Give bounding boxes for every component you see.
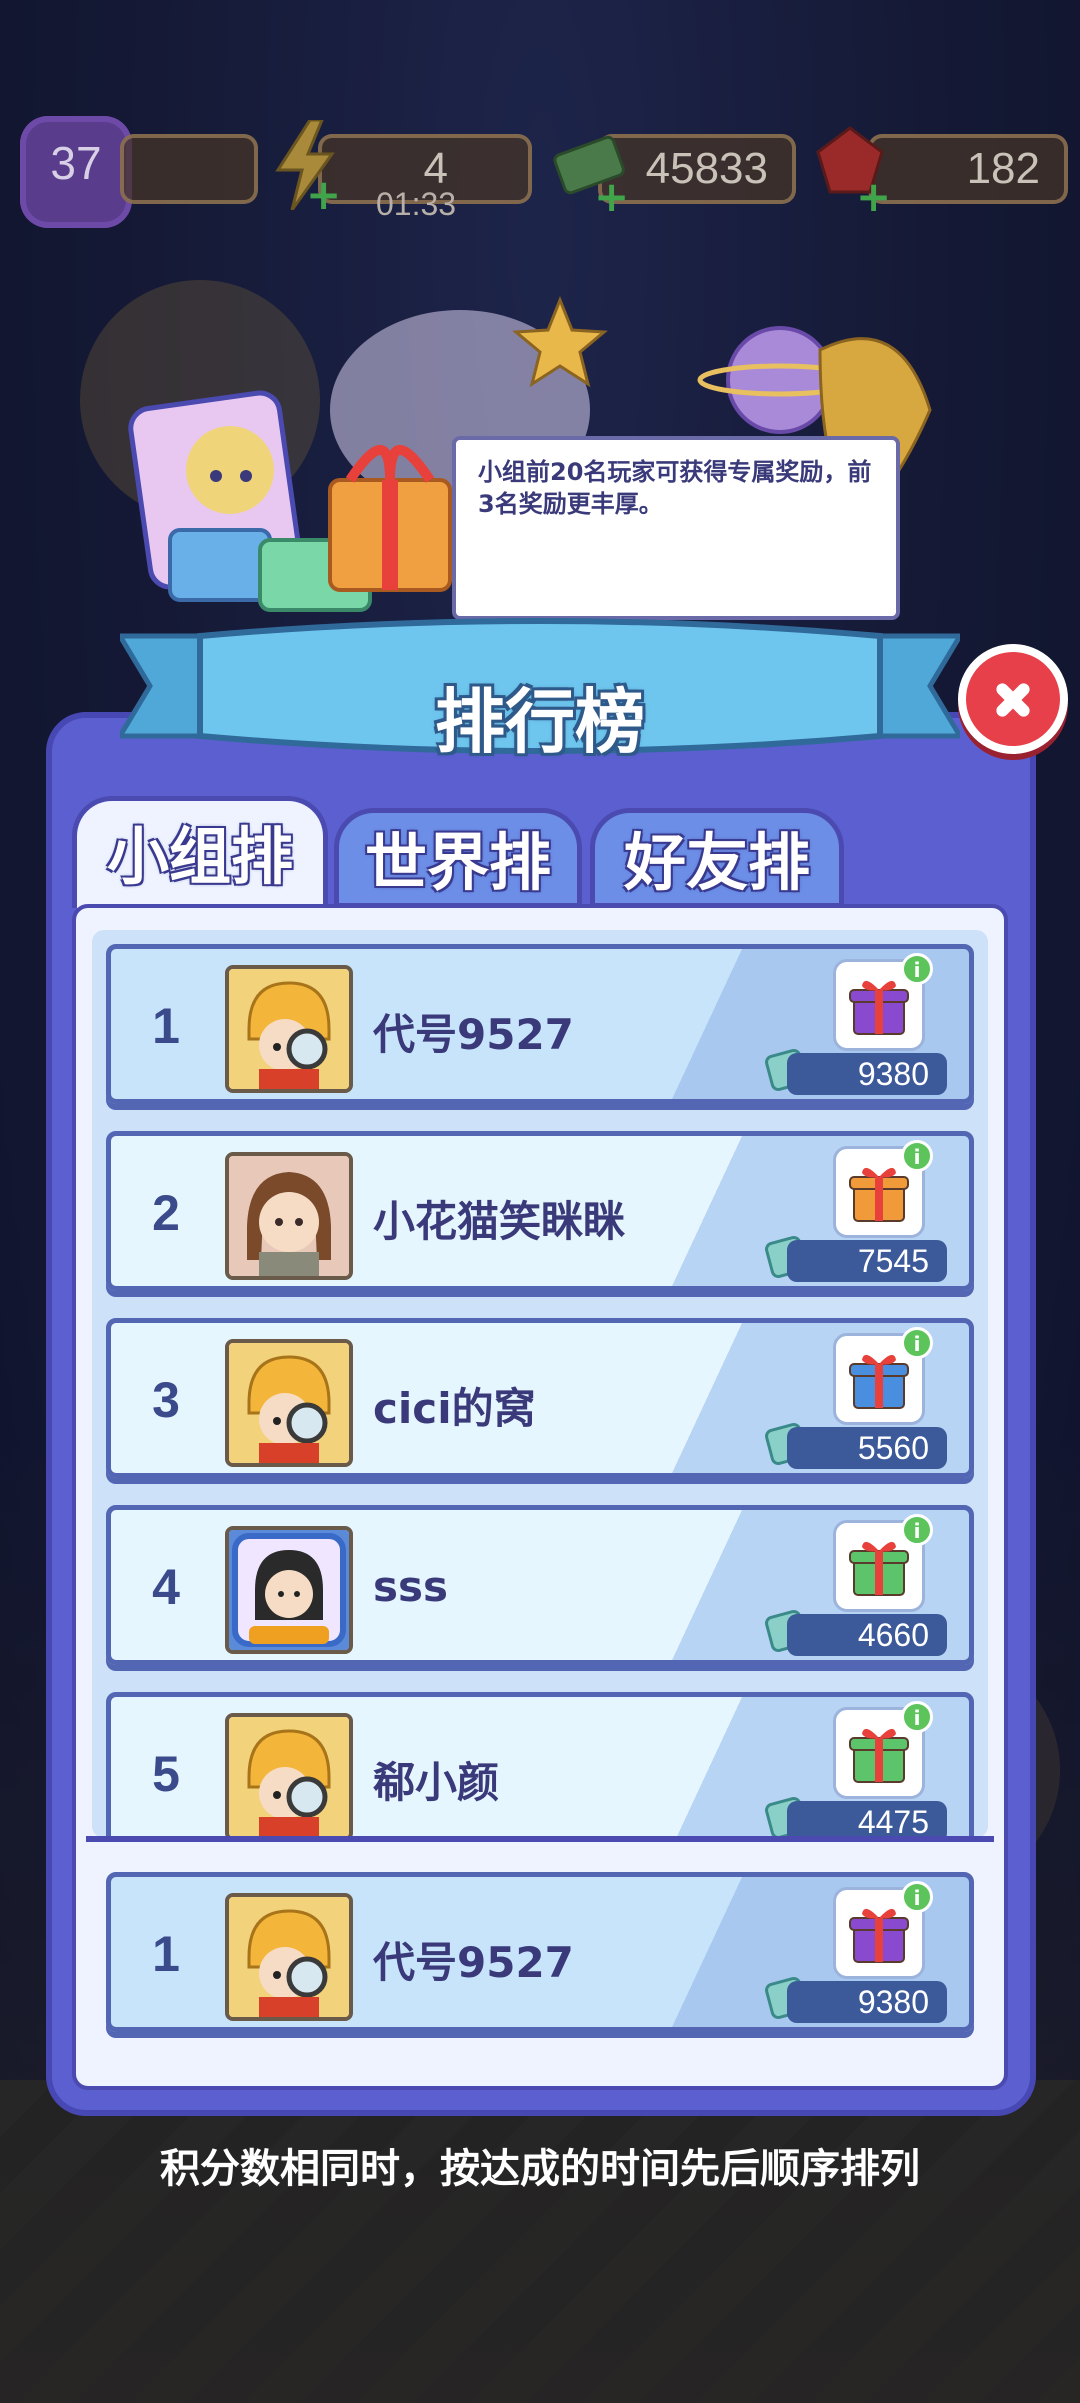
player-name: 小花猫笑眯眯 — [373, 1197, 626, 1246]
player-avatar[interactable] — [225, 965, 353, 1093]
tie-rule-note: 积分数相同时，按达成的时间先后顺序排列 — [160, 2146, 920, 2192]
gem-add-button[interactable]: + — [856, 176, 891, 218]
level-value: 37 — [50, 137, 102, 189]
player-score: 9380 — [787, 1053, 947, 1095]
rank-number: 5 — [152, 1746, 180, 1802]
tab-world-ranking[interactable]: 世界排名 — [334, 808, 582, 999]
player-name: 代号9527 — [373, 1938, 574, 1987]
player-name: 代号9527 — [373, 1010, 574, 1059]
ranking-list[interactable]: 1 代号9527 i 9380 2 小花猫笑眯眯 i 7545 3 cici的窝 i 5560 4 sss… — [92, 930, 988, 1838]
player-name: cici的窝 — [373, 1384, 536, 1433]
tab-group-ranking[interactable]: 小组排名 — [72, 796, 328, 1005]
close-button[interactable] — [958, 644, 1068, 754]
level-progress-bar — [120, 134, 258, 204]
player-score: 4475 — [787, 1801, 947, 1838]
info-icon[interactable]: i — [901, 1514, 933, 1546]
player-score: 7545 — [787, 1240, 947, 1282]
info-icon[interactable]: i — [901, 1701, 933, 1733]
table-row[interactable]: 1 代号9527 i 9380 — [106, 944, 974, 1104]
energy-add-button[interactable]: + — [306, 174, 341, 216]
reward-tooltip: 小组前20名玩家可获得专属奖励，前3名奖励更丰厚。 — [452, 436, 900, 620]
rank-number: 3 — [152, 1372, 180, 1428]
table-row[interactable]: 2 小花猫笑眯眯 i 7545 — [106, 1131, 974, 1291]
player-name: sss — [373, 1562, 448, 1611]
info-icon[interactable]: i — [901, 953, 933, 985]
list-divider — [86, 1836, 994, 1842]
player-avatar[interactable] — [225, 1893, 353, 2021]
player-avatar[interactable] — [225, 1339, 353, 1467]
table-row[interactable]: 5 郗小颜 i 4475 — [106, 1692, 974, 1838]
page-title: 排行榜 — [435, 681, 645, 763]
my-rank-row[interactable]: 1 代号9527 i 9380 — [106, 1872, 974, 2032]
table-row[interactable]: 3 cici的窝 i 5560 — [106, 1318, 974, 1478]
rank-number: 1 — [152, 1926, 180, 1982]
cash-add-button[interactable]: + — [594, 176, 629, 218]
energy-timer: 01:33 — [376, 186, 457, 222]
info-icon[interactable]: i — [901, 1327, 933, 1359]
table-row[interactable]: 4 sss i 4660 — [106, 1505, 974, 1665]
rank-number: 2 — [152, 1185, 180, 1241]
info-icon[interactable]: i — [901, 1881, 933, 1913]
tab-friend-ranking[interactable]: 好友排名 — [590, 808, 844, 999]
player-name: 郗小颜 — [373, 1758, 500, 1807]
player-score: 5560 — [787, 1427, 947, 1469]
player-avatar[interactable] — [225, 1713, 353, 1838]
gem-counter[interactable]: 182 — [868, 134, 1068, 204]
player-avatar[interactable] — [225, 1526, 353, 1654]
gem-value: 182 — [966, 144, 1040, 193]
player-avatar[interactable] — [225, 1152, 353, 1280]
rank-number: 1 — [152, 998, 180, 1054]
player-score: 9380 — [787, 1981, 947, 2023]
rank-number: 4 — [152, 1559, 180, 1615]
info-icon[interactable]: i — [901, 1140, 933, 1172]
cash-value: 45833 — [645, 144, 768, 193]
player-score: 4660 — [787, 1614, 947, 1656]
